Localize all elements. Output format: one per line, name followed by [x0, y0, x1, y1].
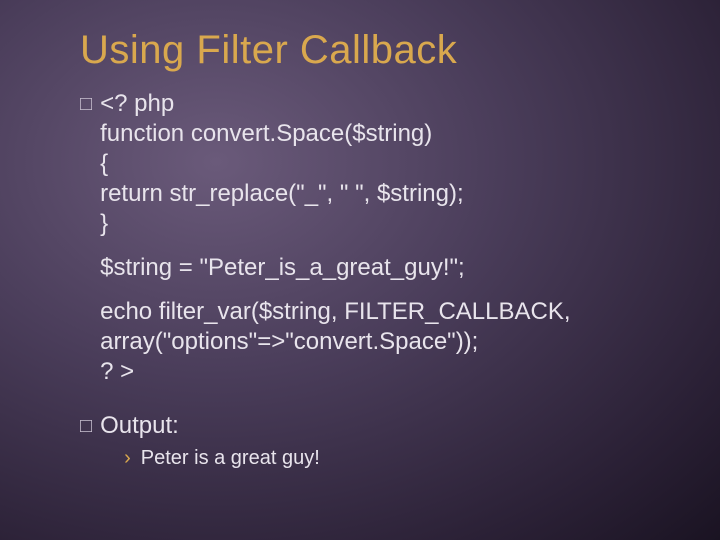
code-block-3: echo filter_var($string, FILTER_CALLBACK… [100, 297, 660, 387]
code-block-2: $string = "Peter_is_a_great_guy!"; [100, 253, 660, 283]
chevron-right-icon: › [124, 445, 131, 471]
slide: Using Filter Callback □ <? php function … [0, 0, 720, 540]
slide-title: Using Filter Callback [80, 28, 660, 73]
square-bullet-icon: □ [80, 89, 92, 119]
output-text: Peter is a great guy! [141, 445, 660, 471]
bullet-item: □ Output: › Peter is a great guy! [80, 411, 660, 471]
output-label: Output: [100, 411, 660, 441]
bullet-item: □ <? php function convert.Space($string)… [80, 89, 660, 397]
bullet-body: <? php function convert.Space($string) {… [100, 89, 660, 397]
code-block-1: <? php function convert.Space($string) {… [100, 89, 660, 239]
square-bullet-icon: □ [80, 411, 92, 441]
sub-bullet-item: › Peter is a great guy! [124, 445, 660, 471]
bullet-body: Output: › Peter is a great guy! [100, 411, 660, 471]
